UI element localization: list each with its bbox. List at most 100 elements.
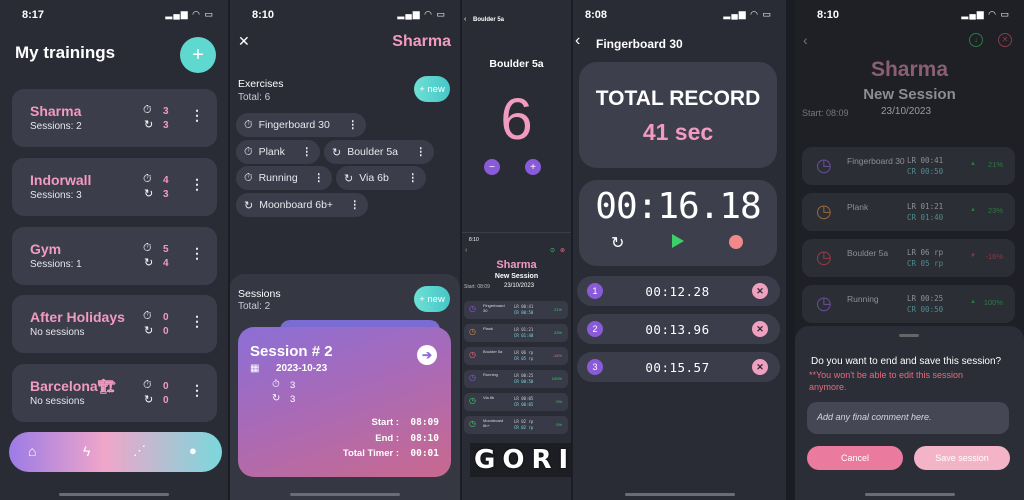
timer-icon: ⏱ <box>143 173 152 185</box>
play-icon[interactable] <box>672 234 684 248</box>
training-card[interactable]: After Holidays No sessions ⏱ 0 ↻ 0 ⋮ <box>12 295 217 353</box>
exercise-icon: ◷ <box>816 155 832 175</box>
more-icon[interactable]: ⋮ <box>304 172 325 184</box>
training-card[interactable]: Indorwall Sessions: 3 ⏱ 4 ↻ 3 ⋮ <box>12 158 217 216</box>
cancel-button[interactable]: Cancel <box>807 446 903 470</box>
training-card[interactable]: Gym Sessions: 1 ⏱ 5 ↻ 4 ⋮ <box>12 227 217 285</box>
record-label: TOTAL RECORD <box>595 87 761 110</box>
back-icon[interactable]: ‹ <box>575 32 580 50</box>
more-icon[interactable]: ⋮ <box>340 199 361 211</box>
exercise-chip-fingerboard[interactable]: ⏱ Fingerboard 30 ⋮ <box>236 113 366 137</box>
mini-exercise-row: ◷ Via 6b LR 00:05 CR 00:05 0% <box>464 393 568 411</box>
increment-button[interactable]: + <box>525 159 541 175</box>
training-title: Sharma <box>392 33 451 50</box>
exercise-chip-moonboard[interactable]: ↻ Moonboard 6b+ ⋮ <box>236 193 368 217</box>
chart-icon[interactable]: ⋰ <box>133 443 146 459</box>
user-icon[interactable]: ● <box>189 443 197 458</box>
dialog-warning: **You won't be able to edit this session… <box>809 370 963 392</box>
reset-icon[interactable]: ↻ <box>611 233 624 253</box>
screen-training-detail: 8:10 ▂▄▆ ◠ ▭ ✕ Sharma Exercises Total: 6… <box>230 0 460 500</box>
save-session-button[interactable]: Save session <box>914 446 1010 470</box>
more-icon[interactable]: ⋮ <box>338 119 359 131</box>
repeat-icon: ↻ <box>144 119 154 131</box>
open-session-icon[interactable]: ➔ <box>417 345 437 365</box>
mini-close-icon[interactable]: ⊗ <box>560 247 565 254</box>
exercise-chip-boulder[interactable]: ↻ Boulder 5a ⋮ <box>324 140 434 164</box>
exercise-chip-via[interactable]: ↻ Via 6b ⋮ <box>336 166 426 190</box>
more-icon[interactable]: ⋮ <box>398 172 419 184</box>
more-icon[interactable]: ⋮ <box>190 313 204 330</box>
app-showcase: 8:17 ▂▄▆ ◠ ▭ My trainings + Sharma Sessio… <box>0 0 1024 500</box>
screen-my-trainings: 8:17 ▂▄▆ ◠ ▭ My trainings + Sharma Sessio… <box>0 0 228 500</box>
add-training-button[interactable]: + <box>180 37 216 73</box>
more-icon[interactable]: ⋮ <box>292 146 313 158</box>
new-session-button[interactable]: + new <box>414 286 450 312</box>
end-label: End : <box>375 433 399 444</box>
exercise-icon: ◷ <box>469 373 476 382</box>
sessions-total: Total: 2 <box>238 301 271 312</box>
training-name: Gym <box>30 241 62 257</box>
delete-lap-icon[interactable]: ✕ <box>752 283 768 299</box>
session-date: 2023-10-23 <box>276 363 328 374</box>
session-exercise-row: ◷ Boulder 5a LR 06 rp CR 05 rp ▼ -16% <box>802 239 1015 277</box>
training-card[interactable]: Barcelona🏗 No sessions ⏱ 0 ↻ 0 ⋮ <box>12 364 217 422</box>
home-icon[interactable]: ⌂ <box>28 443 36 459</box>
row-cr: CR 00:50 <box>907 305 944 314</box>
reps-count: 4 <box>163 258 169 269</box>
more-icon[interactable]: ⋮ <box>190 176 204 193</box>
lap-time: 00:12.28 <box>645 283 710 299</box>
exercise-title: Fingerboard 30 <box>596 37 683 51</box>
more-icon[interactable]: ⋮ <box>190 245 204 262</box>
exercises-label: Exercises <box>238 78 284 90</box>
close-icon[interactable]: ✕ <box>238 33 250 50</box>
mini-status-time: 8:10 <box>469 237 479 243</box>
training-sessions: No sessions <box>30 396 85 407</box>
exercise-icon: ◷ <box>816 247 832 267</box>
mini-back-icon[interactable]: ‹ <box>465 247 467 254</box>
chip-label: Plank <box>258 146 285 158</box>
row-pct: 23% <box>553 330 562 335</box>
row-pct: 21% <box>987 160 1003 169</box>
exercise-chip-running[interactable]: ⏱ Running ⋮ <box>236 166 332 190</box>
total-timer-value: 00:01 <box>410 448 439 459</box>
session-card[interactable]: Session # 2 ➔ ▦ 2023-10-23 ⏱ 3 ↻ 3 Start… <box>238 327 451 477</box>
delete-lap-icon[interactable]: ✕ <box>752 359 768 375</box>
record-lap-icon[interactable] <box>729 235 743 249</box>
lap-row: 2 00:13.96 ✕ <box>577 314 780 344</box>
row-lr: LR 02 rp <box>514 419 534 424</box>
more-icon[interactable]: ⋮ <box>190 382 204 399</box>
lap-time: 00:15.57 <box>645 359 710 375</box>
reps-count: 3 <box>163 120 169 131</box>
close-icon[interactable]: ✕ <box>998 33 1012 47</box>
mini-exercise-row: ◷ Boulder 5a LR 06 rp CR 05 rp -16% <box>464 347 568 365</box>
exercise-icon: ◷ <box>469 327 476 336</box>
session-start: Start: 08:09 <box>802 108 849 118</box>
bolt-icon[interactable]: ϟ <box>83 443 90 459</box>
download-icon[interactable]: ↓ <box>969 33 983 47</box>
mini-exercise-row: ◷ Moonboard 6b+ LR 02 rp CR 02 rp 0% <box>464 416 568 434</box>
back-icon[interactable]: ‹ <box>803 32 808 48</box>
dialog-handle <box>899 334 919 337</box>
back-icon[interactable]: ‹ <box>464 16 466 23</box>
timer-icon: ⏱ <box>272 379 280 390</box>
new-exercise-button[interactable]: + new <box>414 76 450 102</box>
sessions-label: Sessions <box>238 288 281 300</box>
timer-icon: ⏱ <box>244 145 253 158</box>
mini-download-icon[interactable]: ⊙ <box>550 247 555 254</box>
decrement-button[interactable]: − <box>484 159 500 175</box>
status-time: 8:17 <box>22 9 45 21</box>
session-date: 23/10/2023 <box>881 106 932 117</box>
training-card[interactable]: Sharma Sessions: 2 ⏱ 3 ↻ 3 ⋮ <box>12 89 217 147</box>
session-exercise-row: ◷ Running LR 00:25 CR 00:50 ▲ 100% <box>802 285 1015 323</box>
lap-number: 2 <box>587 321 603 337</box>
exercise-chip-plank[interactable]: ⏱ Plank ⋮ <box>236 140 320 164</box>
repeat-icon: ↻ <box>244 199 254 212</box>
comment-field[interactable]: Add any final comment here. <box>807 402 1009 434</box>
more-icon[interactable]: ⋮ <box>190 107 204 124</box>
delete-lap-icon[interactable]: ✕ <box>752 321 768 337</box>
more-icon[interactable]: ⋮ <box>406 146 427 158</box>
row-name: Boulder 5a <box>847 248 889 258</box>
repeat-icon: ↻ <box>332 146 342 159</box>
total-record-card: TOTAL RECORD 41 sec <box>579 62 777 168</box>
row-cr: CR 00:50 <box>514 310 534 315</box>
